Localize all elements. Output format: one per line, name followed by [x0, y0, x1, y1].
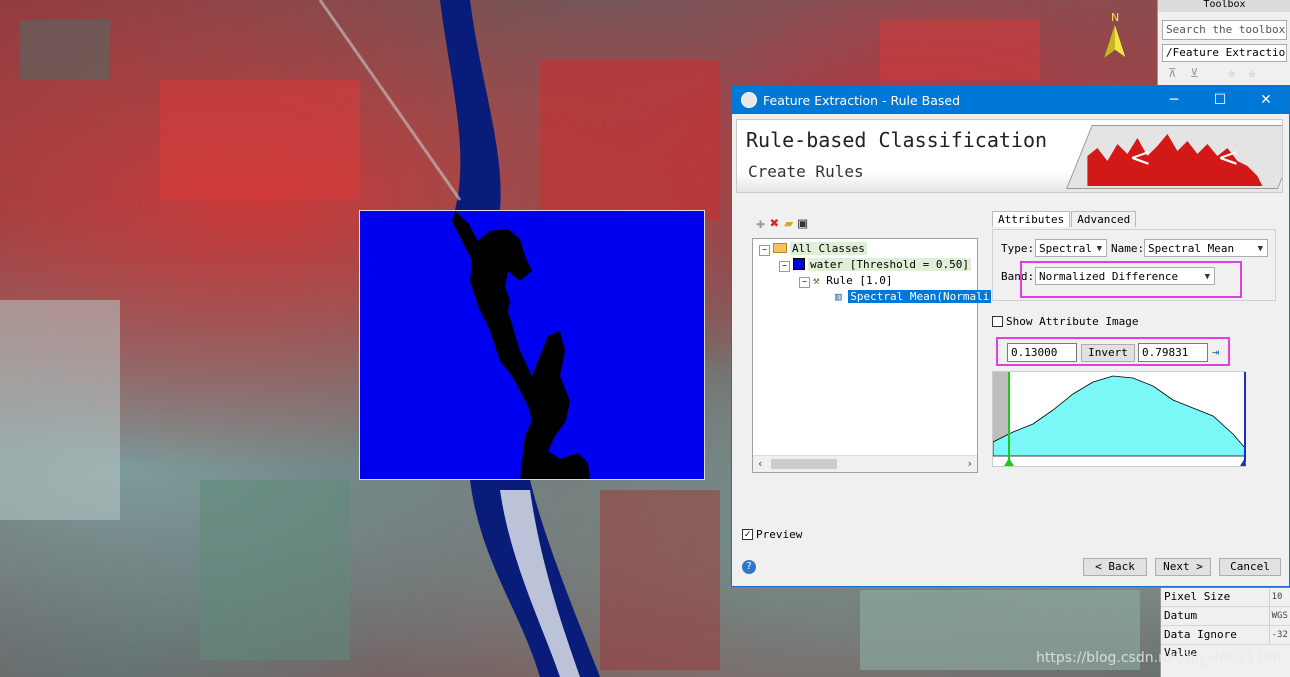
property-row: Data Ignore Value -32 — [1161, 626, 1290, 659]
property-key: Data Ignore Value — [1161, 626, 1270, 659]
toolbox-path-field[interactable]: /Feature Extraction/R — [1162, 44, 1287, 62]
class-color-swatch — [793, 258, 805, 270]
wizard-heading: Rule-based Classification — [746, 128, 1048, 152]
property-row: Datum WGS — [1161, 607, 1290, 626]
chevron-down-icon: ▼ — [1096, 244, 1102, 254]
scrollbar-thumb[interactable] — [771, 459, 837, 469]
attribute-histogram[interactable] — [992, 371, 1246, 467]
show-attribute-image-checkbox[interactable]: Show Attribute Image — [992, 315, 1138, 328]
tree-class-item[interactable]: − water [Threshold = 0.50] — [779, 258, 971, 272]
property-value: WGS — [1271, 611, 1288, 621]
tree-horizontal-scrollbar[interactable]: ‹ › — [753, 455, 977, 472]
dialog-title: Feature Extraction - Rule Based — [763, 92, 961, 108]
property-row: Pixel Size 10 — [1161, 588, 1290, 607]
collapse-icon[interactable]: − — [759, 245, 770, 256]
favorite-add-icon[interactable]: ☆ — [1249, 66, 1256, 80]
wizard-banner: Rule-based Classification Create Rules <… — [736, 119, 1283, 193]
banner-histogram-graphic: < < — [1066, 125, 1282, 189]
property-value: -32 — [1271, 630, 1288, 640]
preview-checkbox[interactable]: ✓ Preview — [742, 528, 802, 541]
classification-preview-window — [359, 210, 705, 480]
next-button[interactable]: Next > — [1155, 558, 1211, 576]
tree-root-label: All Classes — [790, 242, 867, 255]
svg-text:<: < — [1129, 143, 1151, 173]
name-select-value: Spectral Mean — [1148, 242, 1235, 255]
property-key: Pixel Size — [1161, 588, 1270, 606]
chevron-down-icon: ▼ — [1257, 244, 1263, 254]
rule-toolbar: ✚ ✖ ▰ ▣ — [756, 214, 807, 232]
watermark-text: https://blog.csdn.net/qq_46071146 — [1036, 650, 1282, 666]
show-attribute-image-label: Show Attribute Image — [1006, 315, 1139, 328]
dialog-titlebar[interactable]: Feature Extraction - Rule Based ─ ☐ ✕ — [732, 86, 1289, 114]
type-select[interactable]: Spectral ▼ — [1035, 239, 1107, 257]
close-icon[interactable]: ✕ — [1243, 86, 1289, 114]
back-button[interactable]: < Back — [1083, 558, 1147, 576]
toolbox-buttons: ⊼ ⊻ ☆ ☆ — [1168, 66, 1290, 82]
hammer-icon: ⚒ — [813, 274, 820, 287]
collapse-icon[interactable]: − — [779, 261, 790, 272]
svg-text:N: N — [1111, 11, 1119, 24]
delete-icon[interactable]: ✖ — [770, 214, 779, 232]
help-icon[interactable]: ? — [742, 560, 756, 574]
wizard-subheading: Create Rules — [748, 162, 864, 181]
tab-advanced[interactable]: Advanced — [1071, 211, 1137, 227]
minimize-icon[interactable]: ─ — [1151, 86, 1197, 114]
attributes-panel: Type: Spectral ▼ Name: Spectral Mean ▼ Ban… — [992, 229, 1276, 301]
collapse-icon[interactable]: ⊼ — [1168, 66, 1177, 80]
toolbox-title: Toolbox — [1158, 0, 1290, 12]
folder-icon — [773, 243, 787, 253]
name-label: Name: — [1111, 242, 1145, 255]
svg-text:<: < — [1217, 143, 1239, 173]
rule-tree: − All Classes − water [Threshold = 0.50] −… — [752, 238, 992, 473]
toolbox-panel: Toolbox Search the toolbox /Feature Extr… — [1157, 0, 1290, 90]
feature-extraction-dialog: Feature Extraction - Rule Based ─ ☐ ✕ Ru… — [731, 85, 1290, 587]
collapse-icon[interactable]: − — [799, 277, 810, 288]
cancel-button[interactable]: Cancel — [1219, 558, 1281, 576]
maximize-icon[interactable]: ☐ — [1197, 86, 1243, 114]
name-select[interactable]: Spectral Mean ▼ — [1144, 239, 1268, 257]
scroll-left-icon[interactable]: ‹ — [757, 457, 764, 470]
property-key: Datum — [1161, 607, 1270, 625]
tree-class-label: water [Threshold = 0.50] — [808, 258, 971, 271]
attribute-tabs: Attributes Advanced — [992, 211, 1137, 227]
toolbox-search-input[interactable]: Search the toolbox — [1162, 20, 1287, 40]
preview-label: Preview — [756, 528, 803, 541]
north-arrow-icon: N — [1102, 10, 1128, 62]
tree-rule-item[interactable]: − ⚒ Rule [1.0] — [799, 274, 892, 288]
expand-icon[interactable]: ⊻ — [1190, 66, 1199, 80]
tree-attribute-item[interactable]: ▥ Spectral Mean(Normali — [835, 290, 992, 304]
type-select-value: Spectral — [1039, 242, 1092, 255]
favorite-icon[interactable]: ☆ — [1228, 66, 1235, 80]
highlight-box — [996, 337, 1230, 366]
envi-app-icon — [741, 92, 757, 108]
attribute-icon: ▥ — [835, 290, 842, 303]
save-icon[interactable]: ▣ — [798, 214, 807, 232]
type-label: Type: — [1001, 242, 1035, 255]
highlight-box — [1020, 261, 1242, 298]
tree-attribute-label: Spectral Mean(Normali — [848, 290, 992, 303]
checkbox-box[interactable] — [992, 316, 1003, 327]
open-folder-icon[interactable]: ▰ — [784, 214, 793, 232]
property-value: 10 — [1271, 592, 1283, 602]
tree-root[interactable]: − All Classes — [759, 242, 867, 256]
tab-attributes[interactable]: Attributes — [992, 211, 1071, 227]
add-icon[interactable]: ✚ — [756, 214, 765, 232]
checkbox-box[interactable]: ✓ — [742, 529, 753, 540]
tree-rule-label: Rule [1.0] — [826, 274, 893, 287]
scroll-right-icon[interactable]: › — [966, 457, 973, 470]
